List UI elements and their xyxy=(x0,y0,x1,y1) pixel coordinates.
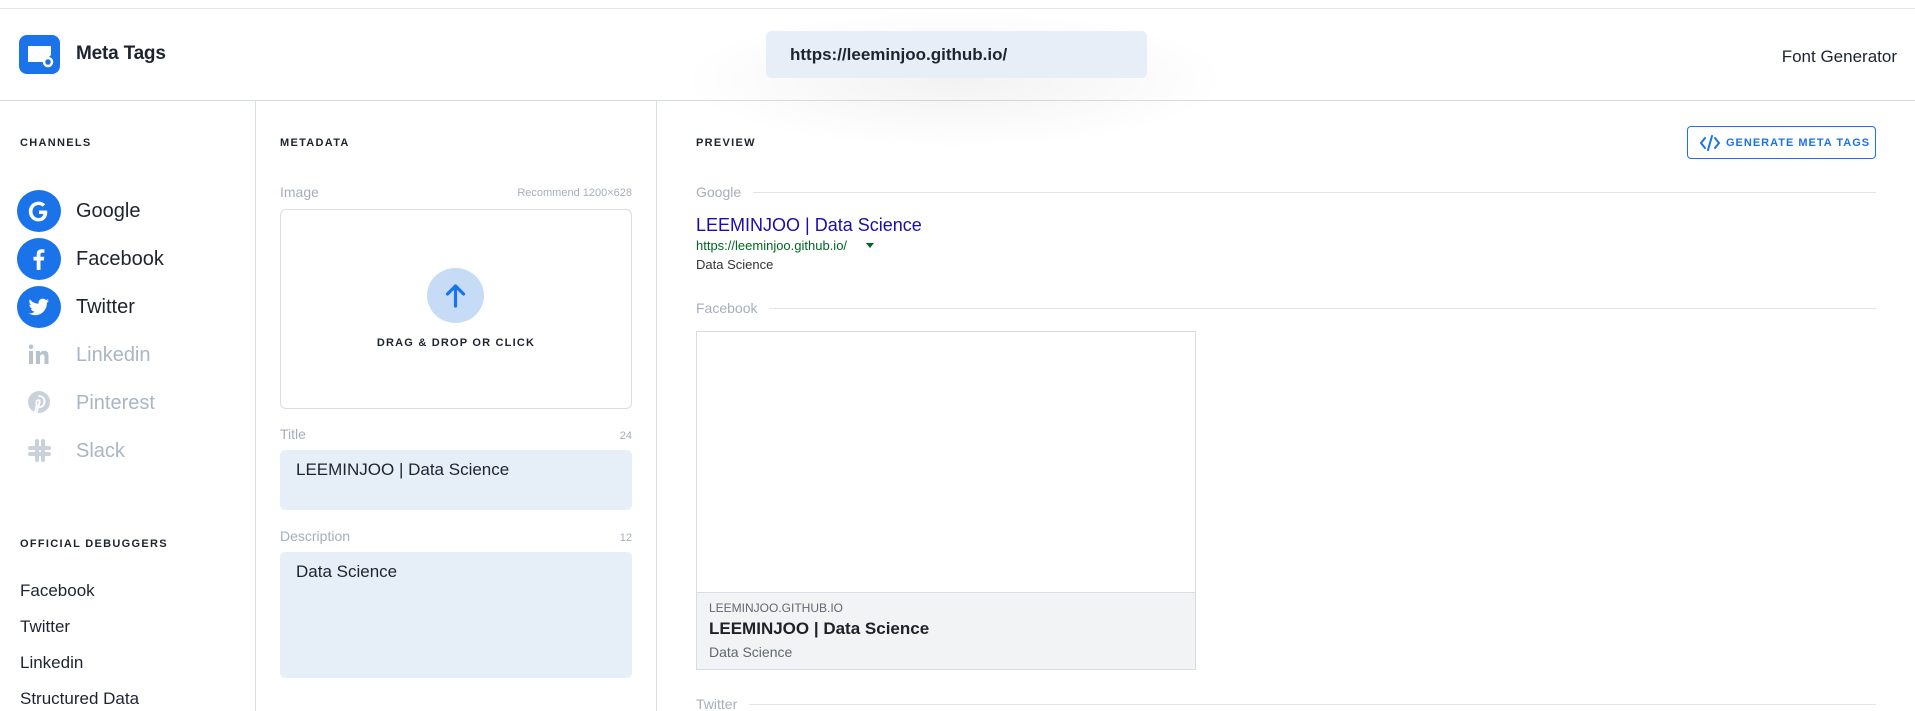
pinterest-icon xyxy=(17,382,61,424)
google-preview-label: Google xyxy=(696,184,754,200)
google-result-url: https://leeminjoo.github.io/ xyxy=(696,238,848,253)
font-generator-link[interactable]: Font Generator xyxy=(1782,47,1897,67)
upload-arrow-icon xyxy=(427,268,484,323)
sidebar: CHANNELS Google Facebook Twitter Linkedi… xyxy=(0,101,256,711)
facebook-preview-title: LEEMINJOO | Data Science xyxy=(709,619,930,638)
facebook-preview-domain: LEEMINJOO.GITHUB.IO xyxy=(709,601,844,615)
google-result-description: Data Science xyxy=(696,257,774,272)
facebook-preview-description: Data Science xyxy=(709,644,793,660)
channel-label: Google xyxy=(76,200,141,222)
channel-label: Linkedin xyxy=(76,344,151,366)
description-textarea[interactable]: Data Science xyxy=(280,552,632,678)
channel-label: Pinterest xyxy=(76,392,155,414)
channel-twitter[interactable]: Twitter xyxy=(17,286,247,328)
slack-icon xyxy=(17,430,61,472)
brand-name[interactable]: Meta Tags xyxy=(76,43,166,65)
metadata-title: METADATA xyxy=(280,137,350,149)
code-icon xyxy=(1700,135,1720,151)
facebook-preview-card: LEEMINJOO.GITHUB.IO LEEMINJOO | Data Sci… xyxy=(696,331,1196,670)
facebook-preview-label: Facebook xyxy=(696,300,770,316)
title-label: Title xyxy=(280,426,306,442)
debugger-link-structured-data[interactable]: Structured Data xyxy=(20,689,139,709)
meta-tags-logo-icon[interactable] xyxy=(19,35,60,74)
caret-down-icon xyxy=(866,243,874,248)
channel-linkedin[interactable]: Linkedin xyxy=(17,334,247,376)
google-icon xyxy=(17,190,61,232)
official-debuggers-title: OFFICIAL DEBUGGERS xyxy=(20,538,168,550)
linkedin-icon xyxy=(17,334,61,376)
facebook-icon xyxy=(17,238,61,280)
facebook-preview-image xyxy=(697,332,1195,592)
debugger-link-facebook[interactable]: Facebook xyxy=(20,581,95,601)
channel-google[interactable]: Google xyxy=(17,190,247,232)
channel-slack[interactable]: Slack xyxy=(17,430,247,472)
image-size-hint: Recommend 1200×628 xyxy=(517,187,632,199)
generate-button-label: GENERATE META TAGS xyxy=(1726,137,1871,149)
title-char-count: 24 xyxy=(619,430,632,442)
dropzone-text: DRAG & DROP OR CLICK xyxy=(376,337,536,349)
channel-label: Twitter xyxy=(76,296,135,318)
app-header: Meta Tags Font Generator xyxy=(0,9,1915,149)
channel-facebook[interactable]: Facebook xyxy=(17,238,247,280)
google-result-title[interactable]: LEEMINJOO | Data Science xyxy=(696,215,922,236)
twitter-preview-label: Twitter xyxy=(696,696,750,711)
image-dropzone[interactable]: DRAG & DROP OR CLICK xyxy=(280,209,632,409)
google-divider xyxy=(696,192,1876,193)
channel-label: Facebook xyxy=(76,248,164,270)
twitter-icon xyxy=(17,286,61,328)
title-input[interactable] xyxy=(280,450,632,510)
image-label: Image xyxy=(280,184,319,200)
channel-pinterest[interactable]: Pinterest xyxy=(17,382,247,424)
url-input[interactable] xyxy=(766,31,1147,78)
facebook-divider xyxy=(696,308,1876,309)
preview-panel: PREVIEW GENERATE META TAGS Google LEEMIN… xyxy=(657,101,1915,711)
channel-label: Slack xyxy=(76,440,125,462)
description-label: Description xyxy=(280,528,351,544)
generate-meta-tags-button[interactable]: GENERATE META TAGS xyxy=(1687,126,1876,159)
debugger-link-linkedin[interactable]: Linkedin xyxy=(20,653,83,673)
twitter-divider xyxy=(696,704,1876,705)
metadata-panel: METADATA Image Recommend 1200×628 DRAG &… xyxy=(256,101,657,711)
debugger-link-twitter[interactable]: Twitter xyxy=(20,617,70,637)
preview-title: PREVIEW xyxy=(696,137,756,149)
description-char-count: 12 xyxy=(619,532,632,544)
channels-title: CHANNELS xyxy=(20,137,92,149)
facebook-preview-meta: LEEMINJOO.GITHUB.IO LEEMINJOO | Data Sci… xyxy=(697,592,1195,669)
